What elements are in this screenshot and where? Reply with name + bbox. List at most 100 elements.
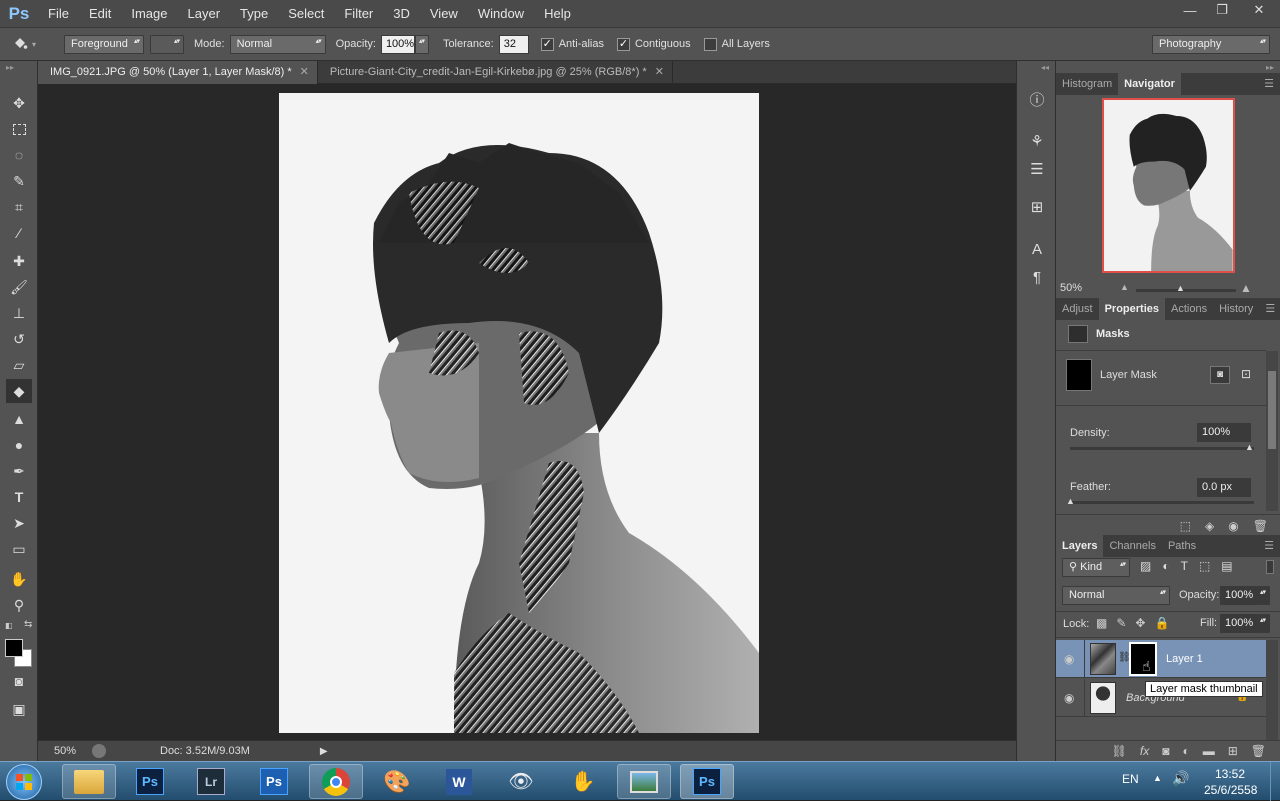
opacity-input[interactable]: 100% — [380, 34, 415, 54]
history-brush-tool-icon[interactable]: ↺ — [6, 327, 32, 351]
layers-scrollbar[interactable] — [1266, 640, 1278, 740]
clock-date[interactable]: 25/6/2558 — [1204, 783, 1257, 797]
menu-3d[interactable]: 3D — [383, 0, 420, 28]
status-info-icon[interactable] — [92, 744, 106, 758]
tab-paths[interactable]: Paths — [1162, 535, 1202, 557]
taskbar-viewer[interactable]: 👁 — [494, 764, 548, 799]
taskbar-photo-viewer[interactable] — [617, 764, 671, 799]
hand-tool-icon[interactable]: ✋ — [6, 567, 32, 591]
type-filter-icon[interactable]: T — [1181, 559, 1188, 573]
swap-colors-icon[interactable]: ⇆ — [24, 619, 32, 630]
path-selection-tool-icon[interactable]: ➤ — [6, 511, 32, 535]
layer-style-icon[interactable]: fx — [1140, 744, 1149, 758]
mask-thumbnail[interactable] — [1066, 359, 1092, 391]
mode-select[interactable]: Normal — [229, 34, 326, 54]
panel-menu-icon[interactable]: ☰ — [1258, 535, 1280, 557]
document-canvas[interactable] — [279, 93, 759, 733]
move-tool-icon[interactable]: ✥ — [6, 91, 32, 115]
show-hidden-icons[interactable]: ▲ — [1153, 773, 1162, 783]
minimize-button[interactable]: — — [1174, 0, 1206, 20]
default-colors-icon[interactable]: ◧ — [5, 621, 13, 630]
zoom-in-icon[interactable]: ▲ — [1240, 281, 1252, 295]
start-button[interactable] — [6, 764, 42, 800]
visibility-eye-icon[interactable]: ◉ — [1064, 691, 1074, 705]
language-indicator[interactable]: EN — [1122, 772, 1139, 786]
clone-stamp-tool-icon[interactable]: ⊥ — [6, 301, 32, 325]
taskbar-explorer[interactable] — [62, 764, 116, 799]
taskbar-hand-app[interactable]: ✋ — [556, 764, 610, 799]
paint-bucket-tool-icon[interactable]: ◆ — [6, 379, 32, 403]
panel-menu-icon[interactable]: ☰ — [1259, 298, 1280, 320]
tab-histogram[interactable]: Histogram — [1056, 73, 1118, 95]
load-selection-icon[interactable]: ⬚ — [1180, 519, 1191, 533]
menu-view[interactable]: View — [420, 0, 468, 28]
tab-navigator[interactable]: Navigator — [1118, 73, 1181, 95]
crop-tool-icon[interactable]: ⌗ — [6, 195, 32, 219]
taskbar-word[interactable]: W — [432, 764, 486, 799]
add-pixel-mask-button[interactable]: ◙ — [1210, 366, 1230, 384]
menu-filter[interactable]: Filter — [334, 0, 383, 28]
lock-position-icon[interactable]: ✥ — [1135, 616, 1145, 630]
apply-mask-icon[interactable]: ◈ — [1205, 519, 1214, 533]
delete-layer-icon[interactable]: 🗑 — [1251, 744, 1266, 758]
adjustments-icon[interactable]: ☰ — [1024, 157, 1050, 181]
tab-giant-city[interactable]: Picture-Giant-City_credit-Jan-Egil-Kirke… — [318, 61, 673, 84]
quick-mask-icon[interactable]: ◙ — [6, 669, 32, 693]
layer-name[interactable]: Layer 1 — [1166, 653, 1203, 665]
contiguous-checkbox[interactable]: ✓ — [616, 37, 630, 51]
dodge-tool-icon[interactable]: ● — [6, 433, 32, 457]
fill-input[interactable]: 100% — [1220, 614, 1256, 633]
properties-scrollbar-thumb[interactable] — [1268, 371, 1276, 449]
new-layer-icon[interactable]: ⊞ — [1228, 744, 1238, 758]
tab-properties[interactable]: Properties — [1098, 298, 1165, 320]
feather-slider[interactable] — [1070, 501, 1254, 504]
delete-mask-icon[interactable]: 🗑 — [1253, 519, 1268, 533]
close-button[interactable]: ✕ — [1238, 0, 1280, 20]
tab-adjustments[interactable]: Adjust — [1056, 298, 1099, 320]
zoom-tool-icon[interactable]: ⚲ — [6, 593, 32, 617]
show-desktop-button[interactable] — [1270, 762, 1280, 801]
brush-tool-icon[interactable]: 🖌 — [6, 275, 32, 299]
canvas-area[interactable] — [38, 84, 1016, 740]
navigator-preview[interactable] — [1102, 98, 1235, 273]
paint-bucket-tool-icon[interactable] — [8, 33, 32, 55]
feather-slider-thumb[interactable]: ▲ — [1066, 496, 1075, 506]
restore-button[interactable]: ❐ — [1206, 0, 1238, 20]
panel-menu-icon[interactable]: ☰ — [1258, 73, 1280, 95]
density-slider[interactable] — [1070, 447, 1254, 450]
zoom-level[interactable]: 50% — [38, 745, 90, 757]
menu-type[interactable]: Type — [230, 0, 278, 28]
shape-filter-icon[interactable]: ⬚ — [1199, 559, 1210, 573]
layer-thumbnail[interactable] — [1090, 682, 1116, 714]
filter-toggle[interactable] — [1266, 560, 1274, 574]
link-layers-icon[interactable]: ⛓ — [1112, 744, 1127, 758]
menu-layer[interactable]: Layer — [178, 0, 231, 28]
shape-tool-icon[interactable]: ▭ — [6, 537, 32, 561]
status-menu-arrow-icon[interactable]: ▶ — [320, 746, 328, 757]
menu-help[interactable]: Help — [534, 0, 581, 28]
layer-opacity-dropdown[interactable] — [1256, 586, 1270, 605]
type-tool-icon[interactable]: T — [6, 485, 32, 509]
new-group-icon[interactable]: ▬ — [1203, 744, 1215, 758]
disable-mask-icon[interactable]: ◉ — [1228, 519, 1238, 533]
menu-select[interactable]: Select — [278, 0, 334, 28]
marquee-tool-icon[interactable] — [6, 117, 32, 141]
feather-input[interactable]: 0.0 px — [1197, 478, 1251, 497]
zoom-slider-thumb[interactable]: ▲ — [1176, 283, 1185, 293]
adjustment-filter-icon[interactable]: ◐ — [1162, 559, 1169, 573]
eyedropper-tool-icon[interactable]: ⁄ — [6, 221, 32, 245]
tab-actions[interactable]: Actions — [1165, 298, 1213, 320]
eraser-tool-icon[interactable]: ▱ — [6, 353, 32, 377]
tab-layers[interactable]: Layers — [1056, 535, 1104, 557]
taskbar-lightroom[interactable]: Lr — [184, 764, 238, 799]
fill-dropdown[interactable] — [1256, 614, 1270, 633]
pixel-filter-icon[interactable]: ▨ — [1140, 559, 1151, 573]
layer-opacity-input[interactable]: 100% — [1220, 586, 1256, 605]
paragraph-icon[interactable]: ¶ — [1024, 265, 1050, 289]
menu-window[interactable]: Window — [468, 0, 534, 28]
density-slider-thumb[interactable]: ▲ — [1245, 442, 1254, 452]
clone-source-icon[interactable]: ⊞ — [1024, 195, 1050, 219]
taskbar-photoshop-1[interactable]: Ps — [123, 764, 177, 799]
navigator-zoom[interactable]: 50% — [1060, 282, 1082, 294]
layer-thumbnail[interactable] — [1090, 643, 1116, 675]
